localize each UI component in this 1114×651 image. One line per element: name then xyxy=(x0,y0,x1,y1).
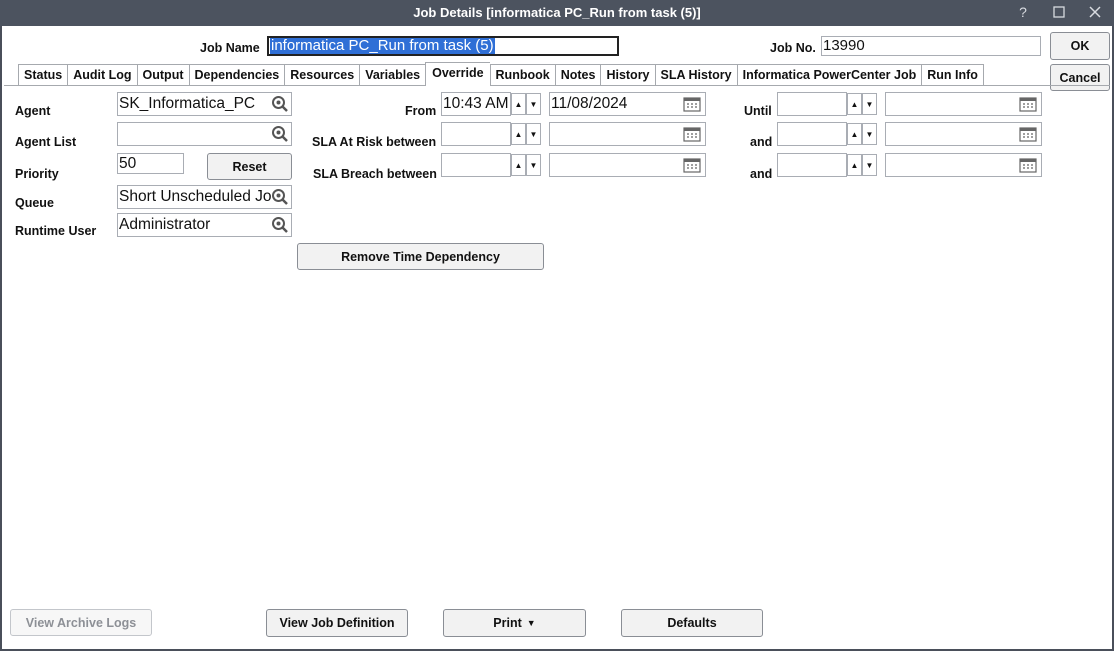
from-time-input[interactable]: 10:43 AM xyxy=(441,92,511,116)
sla-breach-and-time-spinner[interactable]: ▲ ▼ xyxy=(847,153,877,177)
tab-strip: Status Audit Log Output Dependencies Res… xyxy=(18,62,984,86)
sla-risk-time-input[interactable] xyxy=(441,122,511,146)
agent-list-label: Agent List xyxy=(15,135,77,149)
sla-breach-time-spinner[interactable]: ▲ ▼ xyxy=(511,153,541,177)
sla-risk-and-time-spinner[interactable]: ▲ ▼ xyxy=(847,122,877,146)
runtime-user-value: Administrator xyxy=(119,216,211,233)
from-label: From xyxy=(405,104,437,118)
agent-field[interactable]: SK_Informatica_PC xyxy=(117,92,292,116)
runtime-user-field[interactable]: Administrator xyxy=(117,213,292,237)
sla-risk-and-time-input[interactable] xyxy=(777,122,847,146)
agent-value: SK_Informatica_PC xyxy=(119,95,256,112)
spin-down-icon[interactable]: ▼ xyxy=(862,123,877,145)
agent-list-lookup-icon[interactable] xyxy=(271,125,289,143)
print-label: Print xyxy=(493,616,522,630)
spin-down-icon[interactable]: ▼ xyxy=(526,93,541,115)
spin-up-icon[interactable]: ▲ xyxy=(511,123,526,145)
sla-breach-and-label: and xyxy=(750,167,773,181)
tab-run-info[interactable]: Run Info xyxy=(921,64,984,86)
sla-risk-and-label: and xyxy=(750,135,773,149)
tab-runbook[interactable]: Runbook xyxy=(489,64,555,86)
spin-up-icon[interactable]: ▲ xyxy=(847,123,862,145)
title-bar: Job Details [informatica PC_Run from tas… xyxy=(0,0,1114,26)
calendar-icon[interactable] xyxy=(1019,96,1037,112)
remove-time-dependency-button[interactable]: Remove Time Dependency xyxy=(297,243,544,270)
tab-output[interactable]: Output xyxy=(136,64,189,86)
until-time-input[interactable] xyxy=(777,92,847,116)
close-icon[interactable] xyxy=(1084,2,1106,22)
spin-down-icon[interactable]: ▼ xyxy=(862,154,877,176)
sla-risk-and-date-input[interactable] xyxy=(885,122,1042,146)
reset-button[interactable]: Reset xyxy=(207,153,292,180)
sla-breach-and-date-input[interactable] xyxy=(885,153,1042,177)
chevron-down-icon: ▼ xyxy=(526,618,536,628)
sla-risk-label: SLA At Risk between xyxy=(312,135,437,149)
ok-button[interactable]: OK xyxy=(1050,32,1110,60)
calendar-icon[interactable] xyxy=(1019,157,1037,173)
sla-breach-and-time-input[interactable] xyxy=(777,153,847,177)
sla-breach-time-input[interactable] xyxy=(441,153,511,177)
until-label: Until xyxy=(744,104,772,118)
agent-label: Agent xyxy=(15,104,51,118)
print-button[interactable]: Print ▼ xyxy=(443,609,586,637)
spin-down-icon[interactable]: ▼ xyxy=(526,123,541,145)
tab-variables[interactable]: Variables xyxy=(359,64,426,86)
sla-breach-date-input[interactable] xyxy=(549,153,706,177)
job-details-window: Job Details [informatica PC_Run from tas… xyxy=(0,0,1114,651)
tab-audit-log[interactable]: Audit Log xyxy=(67,64,137,86)
runtime-user-label: Runtime User xyxy=(15,224,97,238)
cancel-button[interactable]: Cancel xyxy=(1050,64,1110,91)
tab-resources[interactable]: Resources xyxy=(284,64,360,86)
runtime-user-lookup-icon[interactable] xyxy=(271,216,289,234)
tab-status[interactable]: Status xyxy=(18,64,68,86)
from-time-spinner[interactable]: ▲ ▼ xyxy=(511,92,541,116)
job-name-input[interactable]: informatica PC_Run from task (5) xyxy=(267,36,619,56)
queue-label: Queue xyxy=(15,196,54,210)
job-no-field: 13990 xyxy=(821,36,1041,56)
spin-down-icon[interactable]: ▼ xyxy=(862,93,877,115)
from-date-input[interactable]: 11/08/2024 xyxy=(549,92,706,116)
defaults-button[interactable]: Defaults xyxy=(621,609,763,637)
tab-dependencies[interactable]: Dependencies xyxy=(188,64,285,86)
sla-breach-label: SLA Breach between xyxy=(313,167,437,181)
calendar-icon[interactable] xyxy=(683,157,701,173)
until-date-input[interactable] xyxy=(885,92,1042,116)
job-name-value: informatica PC_Run from task (5) xyxy=(270,37,495,54)
job-no-label: Job No. xyxy=(770,41,816,55)
maximize-icon[interactable] xyxy=(1048,2,1070,22)
calendar-icon[interactable] xyxy=(683,96,701,112)
tab-informatica-powercenter-job[interactable]: Informatica PowerCenter Job xyxy=(736,64,922,86)
agent-lookup-icon[interactable] xyxy=(271,95,289,113)
queue-lookup-icon[interactable] xyxy=(271,188,289,206)
tab-history[interactable]: History xyxy=(600,64,655,86)
sla-risk-date-input[interactable] xyxy=(549,122,706,146)
tab-sla-history[interactable]: SLA History xyxy=(654,64,737,86)
agent-list-field[interactable] xyxy=(117,122,292,146)
sla-risk-time-spinner[interactable]: ▲ ▼ xyxy=(511,122,541,146)
view-job-definition-button[interactable]: View Job Definition xyxy=(266,609,408,637)
spin-up-icon[interactable]: ▲ xyxy=(847,93,862,115)
queue-field[interactable]: Short Unscheduled Jobs xyxy=(117,185,292,209)
tab-notes[interactable]: Notes xyxy=(554,64,601,86)
until-time-spinner[interactable]: ▲ ▼ xyxy=(847,92,877,116)
view-archive-logs-button[interactable]: View Archive Logs xyxy=(10,609,152,636)
spin-down-icon[interactable]: ▼ xyxy=(526,154,541,176)
spin-up-icon[interactable]: ▲ xyxy=(511,154,526,176)
tab-override[interactable]: Override xyxy=(425,62,490,86)
calendar-icon[interactable] xyxy=(1019,126,1037,142)
queue-value: Short Unscheduled Jobs xyxy=(119,188,288,205)
spin-up-icon[interactable]: ▲ xyxy=(511,93,526,115)
calendar-icon[interactable] xyxy=(683,126,701,142)
priority-label: Priority xyxy=(15,167,59,181)
job-name-label: Job Name xyxy=(200,41,260,55)
from-date-value: 11/08/2024 xyxy=(551,95,628,112)
window-title: Job Details [informatica PC_Run from tas… xyxy=(413,5,701,20)
help-icon[interactable]: ? xyxy=(1012,2,1034,22)
spin-up-icon[interactable]: ▲ xyxy=(847,154,862,176)
priority-input[interactable]: 50 xyxy=(117,153,184,174)
